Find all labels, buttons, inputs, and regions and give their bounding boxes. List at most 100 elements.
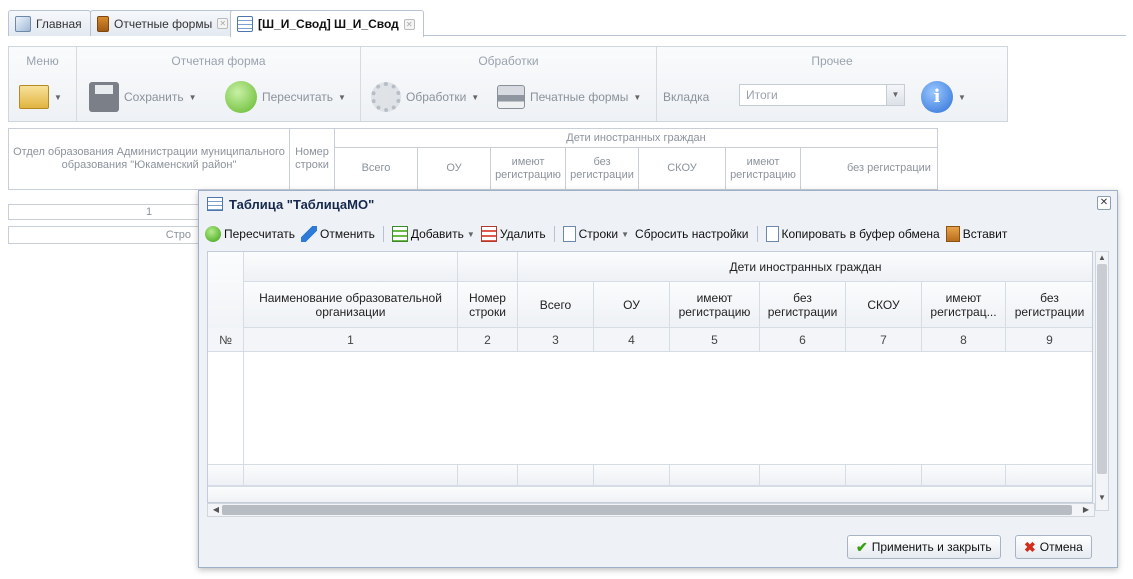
scroll-left-icon[interactable]: ◀ [210,504,222,516]
column-header[interactable]: ОУ [594,282,670,328]
chevron-down-icon: ▼ [338,92,346,102]
column-header[interactable]: без регистрации [1006,282,1092,328]
reset-label: Сбросить настройки [635,227,749,241]
summary-cell [922,464,1006,486]
column-number: 5 [670,328,760,352]
close-icon[interactable]: ✕ [217,18,229,29]
column-number: 1 [244,328,458,352]
column-number: 7 [846,328,922,352]
book-icon [97,15,109,32]
tab-report-forms[interactable]: Отчетные формы ✕ [90,10,238,36]
column-header[interactable]: без регистрации [760,282,846,328]
paging-toolbar [208,486,1092,502]
bg-rows-label: Стро [165,228,191,241]
close-icon[interactable]: ✕ [403,18,415,30]
print-forms-button[interactable]: Печатные формы ▼ [497,81,641,113]
add-label: Добавить [410,227,464,241]
column-number: 9 [1006,328,1092,352]
tab-select-label: Вкладка [663,90,710,104]
apply-label: Применить и закрыть [871,540,992,554]
column-header[interactable]: Наименование образовательной организации [244,282,458,328]
undo-icon [301,226,317,242]
recalc-button[interactable]: Пересчитать ▼ [225,81,346,113]
group-title: Отчетная форма [171,54,266,68]
dialog-title: Таблица "ТаблицаМО" [229,196,375,212]
grid-body[interactable] [244,352,1092,464]
tab-home[interactable]: Главная [8,10,91,36]
table-icon [207,197,223,211]
rows-button[interactable]: Строки ▼ [562,226,630,242]
close-icon: ✖ [1024,538,1036,555]
paste-icon [945,226,960,242]
recalc-label: Пересчитать [224,227,295,241]
chevron-down-icon[interactable]: ▼ [886,85,904,105]
column-header[interactable]: Всего [518,282,594,328]
bg-col-header: Всего [334,147,418,190]
tab-svod[interactable]: [Ш_И_Свод] Ш_И_Свод ✕ [230,10,424,37]
paste-label: Вставит [962,227,1008,241]
cancel-button[interactable]: ✖ Отмена [1015,535,1092,559]
bg-col-header: СКОУ [638,147,726,190]
recalc-label: Пересчитать [262,90,333,104]
chevron-down-icon: ▼ [466,229,475,239]
reset-settings-button[interactable]: Сбросить настройки [635,227,748,241]
home-icon [15,15,31,32]
add-button[interactable]: Добавить ▼ [391,226,475,242]
check-icon [205,226,221,242]
scrollbar-thumb[interactable] [222,505,1072,515]
undo-label: Отменить [320,227,375,241]
vertical-scrollbar[interactable]: ▲ ▼ [1095,251,1109,511]
summary-cell [1006,464,1092,486]
close-button[interactable]: ✕ [1097,196,1111,210]
save-button[interactable]: Сохранить ▼ [89,81,197,113]
delete-label: Удалить [499,227,546,241]
scroll-up-icon[interactable]: ▲ [1096,252,1108,264]
apply-close-button[interactable]: ✔ Применить и закрыть [847,535,1001,559]
rows-label: Строки [578,227,619,241]
column-header[interactable]: имеют регистрац... [922,282,1006,328]
rows-icon [562,226,576,242]
row-number-column [208,352,244,464]
chevron-down-icon: ▼ [54,92,62,102]
scrollbar-thumb[interactable] [1097,264,1107,474]
delete-button[interactable]: Удалить [480,226,546,242]
data-grid: Дети иностранных граждан Наименование об… [207,251,1093,503]
summary-cell [594,464,670,486]
bg-col-header: без регистрации [800,147,938,190]
paste-button[interactable]: Вставит [945,226,1008,242]
chevron-down-icon: ▼ [471,92,480,102]
tab-select-value: Итоги [746,88,778,102]
menu-button[interactable]: ▼ [19,81,62,113]
processing-label: Обработки [406,90,467,104]
column-header[interactable]: имеют регистрацию [670,282,760,328]
tab-select[interactable]: Итоги ▼ [739,84,905,106]
summary-cell [670,464,760,486]
horizontal-scrollbar[interactable]: ◀ ▶ [207,503,1095,517]
foreign-children-header: Дети иностранных граждан [334,128,938,148]
summary-cell [244,464,458,486]
processing-button[interactable]: Обработки ▼ [371,81,479,113]
column-header[interactable]: Номер строки [458,282,518,328]
info-icon: i [921,81,953,113]
table-icon [237,16,253,32]
tab-bar: Главная Отчетные формы ✕ [Ш_И_Свод] Ш_И_… [8,8,1126,37]
save-label: Сохранить [124,90,184,104]
undo-button[interactable]: Отменить [301,226,375,242]
scroll-down-icon[interactable]: ▼ [1096,492,1108,504]
dialog-toolbar: Пересчитать Отменить Добавить ▼ Удалить … [205,221,1109,247]
bg-col-header: имеют регистрацию [490,147,566,190]
copy-button[interactable]: Копировать в буфер обмена [765,226,940,242]
info-button[interactable]: i ▼ [921,81,966,113]
chevron-down-icon: ▼ [633,92,642,102]
tab-label: Главная [36,16,82,31]
column-header[interactable]: СКОУ [846,282,922,328]
recalc-button[interactable]: Пересчитать [205,226,295,242]
scroll-right-icon[interactable]: ▶ [1080,504,1092,516]
tab-label: Отчетные формы [114,16,213,31]
summary-cell [458,464,518,486]
column-number: 8 [922,328,1006,352]
chevron-down-icon: ▼ [621,229,630,239]
summary-cell [846,464,922,486]
bg-col-header: имеют регистрацию [725,147,801,190]
folder-icon [19,85,49,109]
